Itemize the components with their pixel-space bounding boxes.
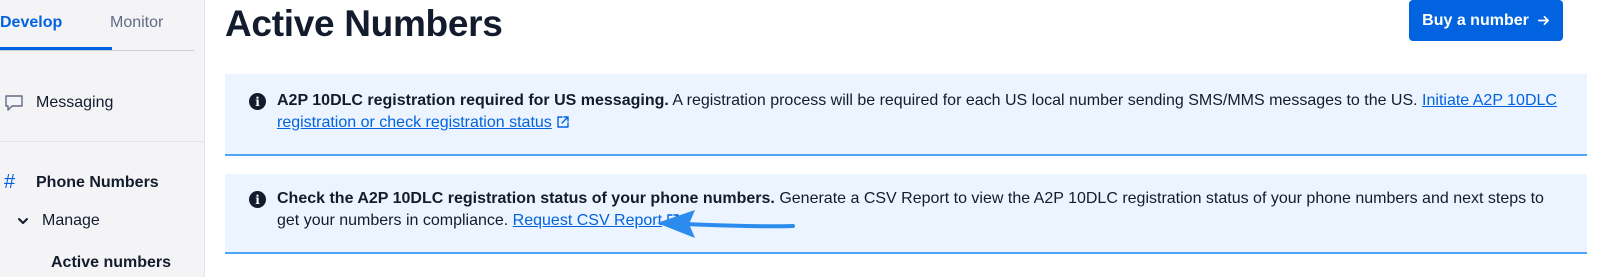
sidebar: Develop Monitor Messaging # Phone Number… [0,0,205,277]
chevron-down-icon [18,218,28,224]
sidebar-item-manage[interactable]: Manage [16,212,100,230]
a2p-registration-callout: i A2P 10DLC registration required for US… [225,74,1587,156]
csv-report-callout: i Check the A2P 10DLC registration statu… [225,174,1587,254]
sidebar-item-active-numbers[interactable]: Active numbers [51,254,171,272]
sidebar-item-label: Active numbers [51,254,172,271]
sidebar-item-label: Messaging [36,94,114,111]
arrow-right-icon [1537,15,1549,26]
link-label: Request CSV Report [512,212,663,229]
callout-heading: Check the A2P 10DLC registration status … [277,190,775,207]
sidebar-item-phone-numbers[interactable]: # Phone Numbers [4,171,159,194]
chat-bubble-icon [5,95,23,111]
callout-heading: A2P 10DLC registration required for US m… [277,92,669,109]
external-link-icon [557,116,569,128]
annotation-arrow-icon [657,210,795,238]
tab-monitor[interactable]: Monitor [110,14,163,32]
buy-number-label: Buy a number [1422,11,1529,29]
sidebar-item-label: Phone Numbers [36,173,159,191]
sidebar-tabs: Develop Monitor [0,0,194,51]
hash-icon: # [4,171,16,193]
sidebar-item-messaging[interactable]: Messaging [4,94,113,112]
sidebar-item-label: Manage [42,212,100,229]
page-title: Active Numbers [225,3,503,44]
info-icon: i [249,191,266,208]
tab-develop[interactable]: Develop [0,14,62,32]
buy-number-button[interactable]: Buy a number [1409,0,1563,41]
info-icon: i [249,93,266,110]
sidebar-divider [0,141,204,142]
callout-body: A registration process will be required … [668,92,1423,109]
active-tab-indicator [0,47,112,50]
